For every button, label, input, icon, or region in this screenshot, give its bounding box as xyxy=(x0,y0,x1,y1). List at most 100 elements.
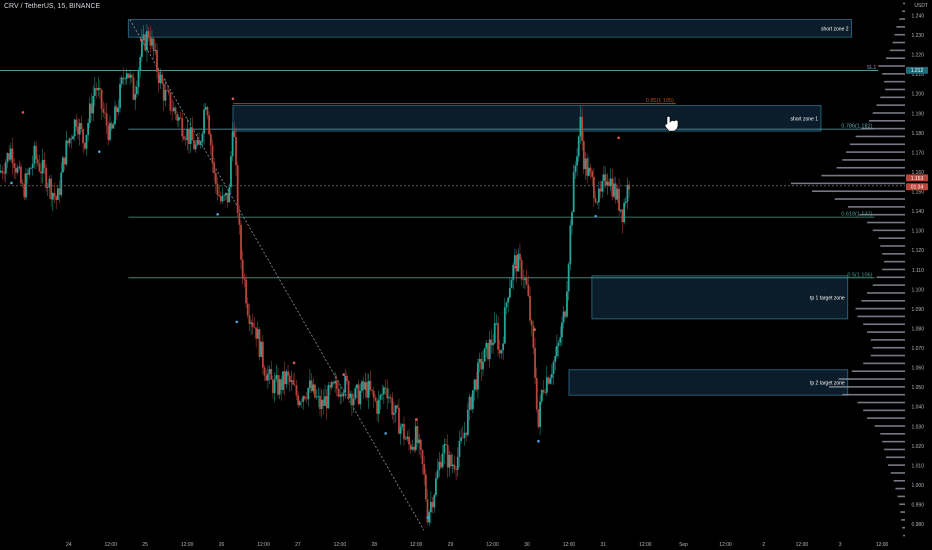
candle-body xyxy=(334,381,337,384)
candle-body xyxy=(219,196,222,202)
volume-bar xyxy=(861,127,905,130)
candle-body xyxy=(557,342,560,346)
candle-body xyxy=(453,464,456,470)
candle-body xyxy=(616,188,619,200)
candle-body xyxy=(315,396,318,398)
candle-body xyxy=(586,158,589,176)
candle-body xyxy=(142,34,145,41)
candle-body xyxy=(589,167,592,172)
candle-body xyxy=(23,184,26,198)
candle-body xyxy=(619,209,622,211)
zone-label: tp 2 target zone xyxy=(810,380,845,386)
candle-body xyxy=(13,163,16,168)
candle-body xyxy=(137,69,140,87)
volume-bar xyxy=(836,166,905,169)
candle-body xyxy=(327,385,330,409)
candle-body xyxy=(28,168,31,175)
candle-body xyxy=(386,388,389,399)
candle-body xyxy=(0,170,2,173)
candle-body xyxy=(623,203,626,223)
chart-title: CRV / TetherUS, 15, BINANCE xyxy=(4,3,101,10)
candle-body xyxy=(567,264,570,292)
candle-body xyxy=(470,396,473,410)
volume-bar xyxy=(791,182,905,185)
candle-body xyxy=(253,326,256,328)
volume-bar xyxy=(849,143,905,146)
candle-body xyxy=(18,166,21,168)
candle-body xyxy=(174,107,177,115)
candle-body xyxy=(522,279,525,281)
volume-bar xyxy=(896,26,905,28)
time-tick-label: 12:00 xyxy=(104,542,117,548)
candle-body xyxy=(329,385,331,388)
candle-body xyxy=(186,129,189,141)
candle-body xyxy=(112,124,115,129)
candle-body xyxy=(404,438,407,440)
candle-body xyxy=(235,136,237,166)
candle-body xyxy=(184,139,187,141)
candle-body xyxy=(471,390,474,410)
candle-body xyxy=(223,195,226,196)
candle-body xyxy=(416,426,419,444)
pivot-low-dot xyxy=(594,214,597,218)
candle-body xyxy=(508,287,511,298)
candle-body xyxy=(125,73,128,79)
candle-body xyxy=(21,183,24,185)
candle-body xyxy=(48,178,51,188)
zone-box xyxy=(127,19,852,38)
pivot-low-dot xyxy=(235,320,239,324)
zone-box xyxy=(232,105,822,132)
candle-body xyxy=(58,188,61,195)
candle-body xyxy=(371,389,373,391)
candle-body xyxy=(539,401,541,427)
volume-bar xyxy=(868,119,905,122)
candle-body xyxy=(93,88,96,96)
candle-body xyxy=(545,377,548,393)
time-axis[interactable]: 24 12:00 25 12:00 26 12:00 27 12:00 28 12:00 29 12:… xyxy=(0,538,932,550)
volume-bar xyxy=(872,229,905,232)
candle-body xyxy=(314,384,316,398)
candle-body xyxy=(325,396,328,409)
candle-body xyxy=(87,123,90,135)
candle-body xyxy=(46,187,49,188)
candle-body xyxy=(440,461,442,468)
candle-body xyxy=(547,377,550,384)
volume-bar xyxy=(855,135,905,138)
candle-body xyxy=(236,165,239,214)
time-tick-label: 12:00 xyxy=(639,542,652,548)
candle-body xyxy=(394,405,397,413)
price-axis-unit: USDT xyxy=(914,3,928,9)
candle-body xyxy=(611,178,614,197)
chart-window: short zone 2 short zone 1 tp 1 target zone… xyxy=(0,0,932,550)
price-chart[interactable]: short zone 2 short zone 1 tp 1 target zone… xyxy=(0,0,932,550)
candle-body xyxy=(144,34,147,51)
price-tick-label: 1.010 xyxy=(911,463,924,469)
candle-body xyxy=(466,409,469,435)
volume-bar xyxy=(892,41,905,44)
candle-body xyxy=(88,103,91,124)
price-tick-label: 1.100 xyxy=(911,287,924,293)
candle-body xyxy=(43,159,46,168)
price-tick-label: 1.220 xyxy=(911,53,924,59)
pivot-high-dot xyxy=(514,265,517,269)
candle-body xyxy=(297,395,300,406)
trendline xyxy=(129,19,425,531)
candle-body xyxy=(424,474,427,500)
candle-body xyxy=(456,456,459,470)
candle-body xyxy=(272,379,274,394)
volume-bar xyxy=(878,65,905,67)
candle-body xyxy=(45,167,48,188)
candle-body xyxy=(419,439,422,450)
trendline-layer[interactable] xyxy=(129,19,425,531)
candle-body xyxy=(492,342,494,346)
level-label: 0.85(1.195) xyxy=(646,98,674,104)
price-axis[interactable]: USDT1.2401.2301.2201.2101.2001.1901.1801… xyxy=(905,0,932,550)
time-tick-label: 25 xyxy=(142,542,148,548)
candle-body xyxy=(468,396,471,410)
price-tick-label: 0.980 xyxy=(911,522,924,528)
candle-body xyxy=(391,398,394,415)
candle-body xyxy=(225,192,227,196)
candle-body xyxy=(628,184,631,190)
pivot-high-dot xyxy=(292,361,296,365)
candle-body xyxy=(572,172,575,213)
